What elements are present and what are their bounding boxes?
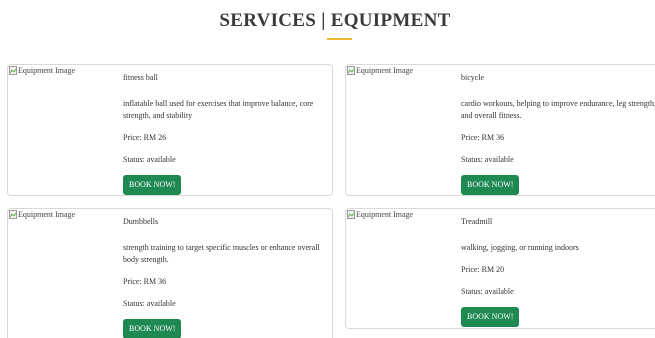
equipment-image-alt: Equipment Image [18,210,76,219]
equipment-name: bicycle [461,73,485,82]
book-now-button[interactable]: BOOK NOW! [123,319,182,338]
book-now-button[interactable]: BOOK NOW! [123,175,182,195]
equipment-status: Status: available [461,155,514,164]
card-body: Treadmill walking, jogging, or running i… [461,216,655,327]
equipment-image: Equipment Image [347,210,413,219]
broken-image-icon [347,210,355,219]
equipment-price: Price: RM 36 [123,277,167,286]
equipment-price: Price: RM 36 [461,133,505,142]
broken-image-icon [347,66,355,75]
equipment-image-alt: Equipment Image [356,66,414,75]
equipment-description: inflatable ball used for exercises that … [123,99,314,120]
equipment-description: walking, jogging, or running indoors [461,243,579,252]
services-equipment-page: SERVICES | EQUIPMENT Equipment Image fit… [0,0,655,338]
equipment-card: Equipment Image Dumbbells strength train… [7,208,333,338]
broken-image-icon [9,210,17,219]
card-body: fitness ball inflatable ball used for ex… [123,72,328,195]
equipment-status: Status: available [123,155,176,164]
equipment-price: Price: RM 26 [123,133,167,142]
equipment-image-alt: Equipment Image [18,66,76,75]
equipment-image: Equipment Image [347,66,413,75]
equipment-image: Equipment Image [9,210,75,219]
equipment-description: cardio workouts, helping to improve endu… [461,99,655,120]
equipment-card: Equipment Image fitness ball inflatable … [7,64,333,196]
equipment-description: strength training to target specific mus… [123,243,320,264]
equipment-name: Dumbbells [123,217,159,226]
page-title: SERVICES | EQUIPMENT [219,10,451,31]
equipment-image: Equipment Image [9,66,75,75]
equipment-card: Equipment Image Treadmill walking, joggi… [345,208,655,329]
equipment-status: Status: available [461,287,514,296]
equipment-price: Price: RM 20 [461,265,505,274]
card-body: bicycle cardio workouts, helping to impr… [461,72,655,195]
broken-image-icon [9,66,17,75]
equipment-name: Treadmill [461,217,493,226]
title-underline [327,38,352,40]
card-body: Dumbbells strength training to target sp… [123,216,328,338]
equipment-status: Status: available [123,299,176,308]
equipment-card: Equipment Image bicycle cardio workouts,… [345,64,655,196]
book-now-button[interactable]: BOOK NOW! [461,307,520,327]
equipment-image-alt: Equipment Image [356,210,414,219]
equipment-name: fitness ball [123,73,158,82]
book-now-button[interactable]: BOOK NOW! [461,175,520,195]
